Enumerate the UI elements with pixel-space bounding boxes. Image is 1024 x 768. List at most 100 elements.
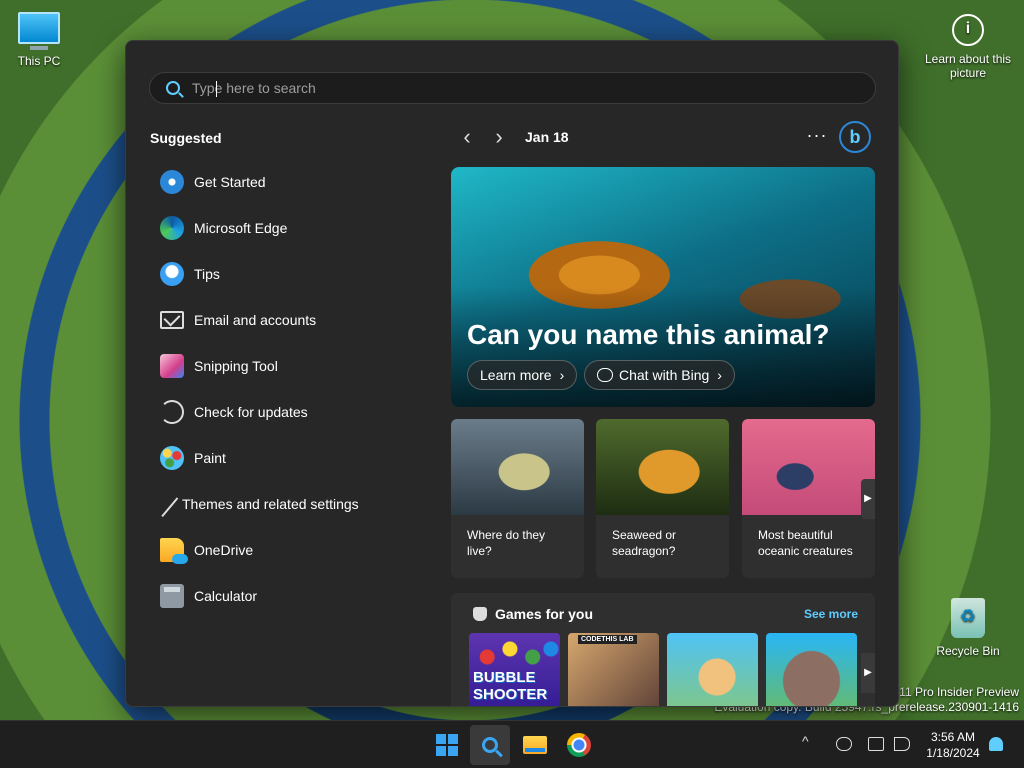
file-explorer-button[interactable]: [515, 725, 555, 765]
chevron-right-icon[interactable]: ›: [483, 121, 515, 153]
paint-icon: [160, 446, 184, 470]
search-panel: Suggested Get Started Microsoft Edge Tip…: [125, 40, 899, 707]
desktop-icon-label: Recycle Bin: [936, 644, 1000, 658]
learn-more-label: Learn more: [480, 367, 552, 383]
onedrive-icon: [160, 538, 188, 564]
monitor-stand: [30, 46, 48, 50]
chrome-button[interactable]: [559, 725, 599, 765]
text-caret: [216, 81, 217, 97]
hero-card[interactable]: Can you name this animal? Learn more › C…: [451, 167, 875, 407]
suggested-heading: Suggested: [150, 130, 222, 146]
desktop-icon-label: This PC: [17, 54, 61, 68]
joystick-icon: [473, 607, 487, 621]
recycle-bin-icon: [951, 598, 985, 638]
network-icon[interactable]: [868, 737, 884, 751]
suggested-item-tips[interactable]: Tips: [150, 251, 430, 297]
desktop-icon-learn-about-picture[interactable]: Learn about this picture: [920, 10, 1016, 80]
carousel-next-icon[interactable]: ▶: [861, 479, 875, 519]
card-title: Most beautiful oceanic creatures: [758, 528, 853, 558]
games-section: Games for you See more BUBBLE SHOOTER CO…: [451, 593, 875, 706]
suggested-item-label: Tips: [194, 266, 220, 282]
search-input[interactable]: [192, 80, 872, 96]
suggested-item-label: Email and accounts: [194, 312, 317, 328]
highlight-card[interactable]: Most beautiful oceanic creatures ▶: [742, 419, 875, 578]
search-icon: [166, 81, 180, 95]
chevron-right-icon: ›: [717, 367, 722, 383]
clock-date: 1/18/2024: [926, 746, 980, 760]
edge-icon: [160, 216, 184, 240]
volume-icon[interactable]: [894, 737, 910, 751]
monitor-icon: [18, 12, 60, 44]
desktop-icon-recycle-bin[interactable]: Recycle Bin: [920, 596, 1016, 658]
chat-icon: [597, 368, 613, 382]
info-icon: [952, 14, 984, 46]
snipping-tool-icon: [160, 354, 184, 378]
bing-icon[interactable]: b: [839, 121, 871, 153]
suggested-item-label: Check for updates: [194, 404, 308, 420]
calculator-icon: [160, 584, 184, 608]
chrome-icon: [567, 733, 591, 757]
notification-bell-icon[interactable]: [989, 737, 1003, 751]
suggested-item-label: Snipping Tool: [194, 358, 278, 374]
suggested-list: Get Started Microsoft Edge Tips Email an…: [150, 159, 430, 619]
chevron-left-icon[interactable]: ‹: [451, 121, 483, 153]
taskbar: ^ 3:56 AM 1/18/2024: [0, 720, 1024, 768]
tips-icon: [160, 262, 184, 286]
suggested-item-label: Paint: [194, 450, 226, 466]
suggested-item-label: Microsoft Edge: [194, 220, 288, 236]
card-image: [596, 419, 729, 515]
more-options-icon[interactable]: ···: [803, 121, 831, 153]
chat-with-bing-button[interactable]: Chat with Bing ›: [584, 360, 735, 390]
clock-time: 3:56 AM: [930, 730, 976, 744]
desktop-icon-label: Learn about this picture: [924, 52, 1012, 80]
card-image: [451, 419, 584, 515]
carousel-next-icon[interactable]: ▶: [861, 653, 875, 693]
suggested-item-paint[interactable]: Paint: [150, 435, 430, 481]
card-title: Seaweed or seadragon?: [612, 528, 677, 558]
suggested-item-label: Get Started: [194, 174, 266, 190]
onedrive-tray-icon[interactable]: [836, 737, 852, 751]
game-tile-house[interactable]: [766, 633, 857, 706]
highlights-date: Jan 18: [525, 129, 569, 145]
suggested-item-label: Themes and related settings: [182, 496, 359, 512]
suggested-item-updates[interactable]: Check for updates: [150, 389, 430, 435]
search-icon: [482, 737, 498, 753]
suggested-item-get-started[interactable]: Get Started: [150, 159, 430, 205]
taskbar-search-button[interactable]: [470, 725, 510, 765]
search-box[interactable]: [149, 72, 876, 104]
get-started-icon: [160, 170, 184, 194]
hero-title: Can you name this animal?: [467, 319, 830, 350]
refresh-icon: [160, 400, 184, 424]
chat-with-bing-label: Chat with Bing: [619, 367, 710, 383]
suggested-item-edge[interactable]: Microsoft Edge: [150, 205, 430, 251]
suggested-item-label: OneDrive: [194, 542, 254, 558]
highlight-card[interactable]: Seaweed or seadragon?: [596, 419, 729, 578]
suggested-item-onedrive[interactable]: OneDrive: [150, 527, 430, 573]
suggested-item-email[interactable]: Email and accounts: [150, 297, 430, 343]
game-tile-bubble-shooter[interactable]: BUBBLE SHOOTER: [469, 633, 560, 706]
folder-icon: [523, 736, 547, 754]
show-hidden-icons-button[interactable]: ^: [802, 733, 809, 749]
card-image: [742, 419, 875, 515]
suggested-item-themes[interactable]: Themes and related settings: [150, 481, 430, 527]
mail-icon: [160, 311, 184, 329]
game-tile-label: BUBBLE SHOOTER: [473, 669, 548, 703]
suggested-item-calculator[interactable]: Calculator: [150, 573, 430, 619]
suggested-item-snipping-tool[interactable]: Snipping Tool: [150, 343, 430, 389]
highlight-card[interactable]: Where do they live?: [451, 419, 584, 578]
card-title: Where do they live?: [467, 528, 546, 558]
windows-logo-icon: [436, 734, 458, 756]
clock[interactable]: 3:56 AM 1/18/2024: [920, 729, 986, 761]
brush-icon: [153, 490, 179, 518]
suggested-item-label: Calculator: [194, 588, 258, 604]
game-tile-chess[interactable]: CODETHIS LAB: [568, 633, 659, 706]
start-button[interactable]: [427, 725, 467, 765]
learn-more-button[interactable]: Learn more ›: [467, 360, 578, 390]
game-tile-label: CODETHIS LAB: [578, 635, 637, 644]
chevron-right-icon: ›: [559, 367, 565, 383]
see-more-link[interactable]: See more: [804, 607, 858, 621]
highlights-header: ‹ › Jan 18 ··· b: [451, 121, 881, 153]
games-header: Games for you: [473, 606, 593, 622]
desktop-icon-this-pc[interactable]: This PC: [0, 8, 81, 68]
game-tile-farm[interactable]: [667, 633, 758, 706]
